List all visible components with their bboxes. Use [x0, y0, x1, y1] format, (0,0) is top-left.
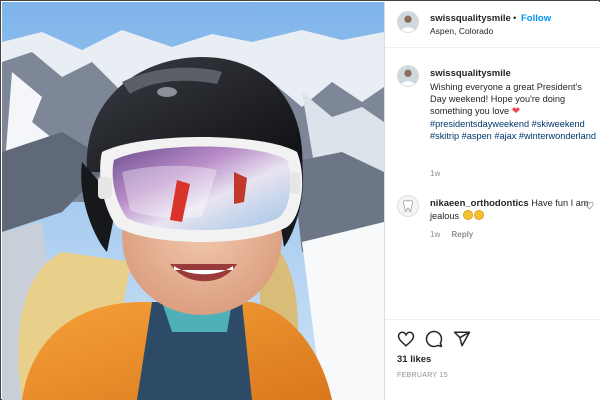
paper-plane-icon: [453, 331, 471, 347]
reply-button[interactable]: Reply: [451, 230, 473, 239]
smiley-emoji: [462, 210, 473, 220]
post-sidebar: swissqualitysmile • Follow Aspen, Colora…: [384, 2, 600, 400]
red-heart-emoji: ❤: [511, 106, 521, 117]
caption-hashtags[interactable]: #presidentsdayweekend #skiweekend #skitr…: [430, 118, 598, 142]
comment-button[interactable]: [425, 330, 443, 348]
caption-text: Wishing everyone a great President's Day…: [430, 82, 582, 116]
likes-count[interactable]: 31 likes: [397, 354, 431, 365]
caption-author-avatar[interactable]: [397, 65, 419, 87]
smiley-emoji: [473, 210, 484, 220]
share-button[interactable]: [453, 330, 471, 348]
post-actions: 31 likes FEBRUARY 15: [385, 319, 600, 400]
commenter-username[interactable]: nikaeen_orthodontics: [430, 198, 529, 209]
like-button[interactable]: [397, 330, 415, 348]
post-photo[interactable]: [2, 2, 384, 400]
comment-body: nikaeen_orthodontics Have fun I am jealo…: [430, 197, 595, 222]
comments-area[interactable]: swissqualitysmile Wishing everyone a gre…: [385, 49, 600, 319]
post-header: swissqualitysmile • Follow Aspen, Colora…: [385, 2, 600, 48]
caption-username[interactable]: swissqualitysmile: [430, 68, 598, 80]
post-date: FEBRUARY 15: [397, 372, 448, 379]
author-username[interactable]: swissqualitysmile: [430, 13, 511, 24]
follow-button[interactable]: Follow: [521, 13, 551, 24]
post-caption: swissqualitysmile Wishing everyone a gre…: [430, 68, 598, 142]
comment-timestamp: 1w: [430, 230, 441, 239]
tooth-logo-icon: [398, 196, 418, 216]
author-avatar[interactable]: [397, 11, 419, 33]
ski-selfie-image: [2, 2, 384, 400]
person-avatar-icon: [398, 12, 418, 32]
person-avatar-icon: [398, 66, 418, 86]
instagram-post-frame: swissqualitysmile • Follow Aspen, Colora…: [0, 0, 600, 400]
comment-meta: 1w Reply: [430, 230, 473, 239]
caption-timestamp: 1w: [430, 169, 441, 178]
post-location[interactable]: Aspen, Colorado: [430, 26, 493, 36]
commenter-avatar[interactable]: [397, 195, 419, 217]
speech-bubble-icon: [425, 330, 443, 348]
heart-outline-icon: [397, 331, 415, 347]
heart-outline-icon[interactable]: [585, 201, 594, 210]
separator-dot: •: [513, 13, 517, 24]
